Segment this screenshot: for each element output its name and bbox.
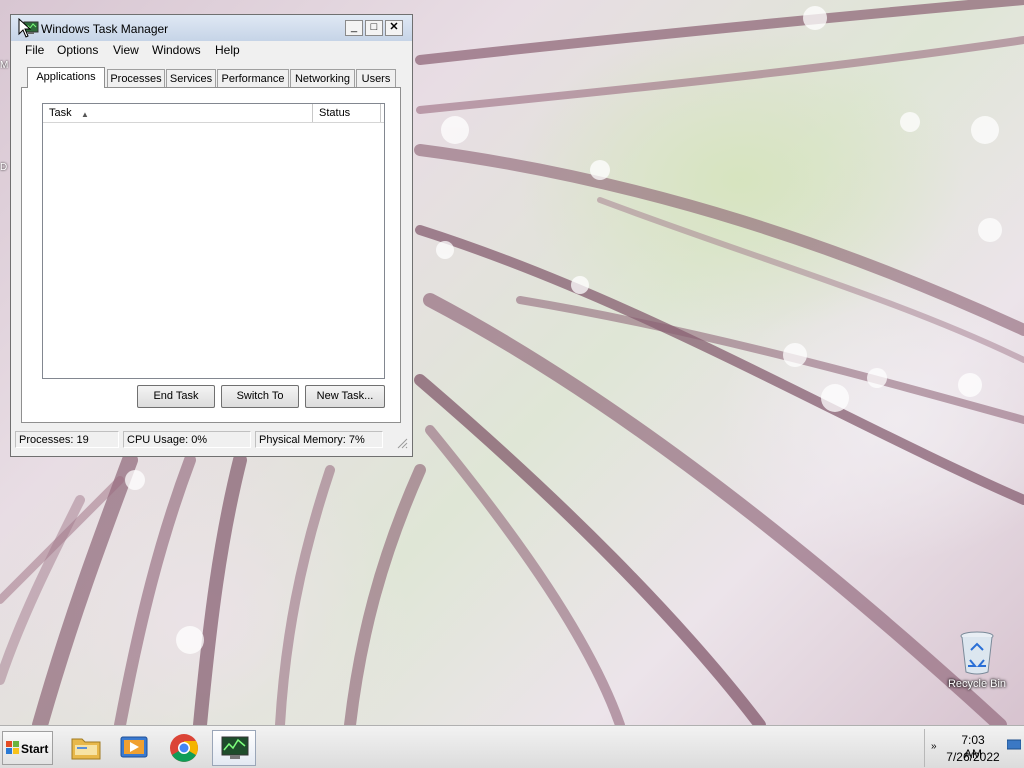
start-button[interactable]: Start	[2, 731, 53, 765]
tab-users[interactable]: Users	[356, 69, 396, 87]
end-task-button[interactable]: End Task	[137, 385, 215, 408]
taskbar-media-player-button[interactable]	[112, 730, 156, 766]
column-header-task[interactable]: Task ▲	[43, 104, 313, 122]
recycle-bin-icon	[960, 631, 994, 675]
tab-networking[interactable]: Networking	[290, 69, 355, 87]
status-cpu-usage: CPU Usage: 0%	[123, 431, 251, 448]
taskbar-task-manager-button[interactable]	[212, 730, 256, 766]
folder-icon	[71, 738, 101, 760]
close-button[interactable]: ✕	[385, 20, 403, 36]
task-manager-window[interactable]: Windows Task Manager _ □ ✕ File Options …	[10, 14, 413, 457]
show-desktop-icon[interactable]	[1007, 739, 1021, 751]
taskbar-chrome-button[interactable]	[162, 730, 206, 766]
start-label: Start	[21, 742, 49, 756]
menu-help[interactable]: Help	[215, 43, 240, 57]
tab-services[interactable]: Services	[166, 69, 216, 87]
menu-options[interactable]: Options	[57, 43, 98, 57]
column-header-task-label: Task	[49, 107, 72, 119]
tab-processes[interactable]: Processes	[107, 69, 165, 87]
taskbar: Start » 7:03 AM 7/26/2022	[0, 725, 1024, 768]
switch-to-button[interactable]: Switch To	[221, 385, 299, 408]
sort-ascending-icon: ▲	[81, 110, 89, 119]
task-list-header: Task ▲ Status	[43, 104, 384, 123]
menu-view[interactable]: View	[113, 43, 139, 57]
menu-windows[interactable]: Windows	[152, 43, 201, 57]
column-header-status[interactable]: Status	[313, 104, 381, 122]
title-bar[interactable]: Windows Task Manager _ □ ✕	[11, 15, 412, 41]
show-hidden-icons-button[interactable]: »	[931, 741, 937, 752]
tab-applications[interactable]: Applications	[27, 67, 105, 88]
window-title: Windows Task Manager	[41, 22, 169, 36]
status-processes: Processes: 19	[15, 431, 119, 448]
notification-area: » 7:03 AM 7/26/2022	[924, 729, 1024, 767]
windows-logo-icon	[6, 741, 19, 754]
chrome-icon	[170, 734, 198, 762]
tab-performance[interactable]: Performance	[217, 69, 289, 87]
recycle-bin-desktop-icon[interactable]: Recycle Bin	[940, 630, 1014, 690]
task-manager-icon	[221, 736, 249, 759]
tab-strip: Applications Processes Services Performa…	[23, 67, 400, 89]
mouse-pointer-icon	[18, 18, 32, 38]
maximize-button[interactable]: □	[365, 20, 383, 36]
applications-panel: Task ▲ Status End Task Switch To New Tas…	[21, 87, 401, 423]
clock-date: 7/26/2022	[946, 750, 1000, 764]
status-bar: Processes: 19 CPU Usage: 0% Physical Mem…	[15, 429, 408, 451]
resize-grip-icon[interactable]	[396, 437, 408, 449]
media-player-icon	[120, 736, 148, 758]
task-list[interactable]: Task ▲ Status	[42, 103, 385, 379]
menu-file[interactable]: File	[25, 43, 44, 57]
minimize-button[interactable]: _	[345, 20, 363, 36]
new-task-button[interactable]: New Task...	[305, 385, 385, 408]
menu-bar: File Options View Windows Help	[15, 41, 408, 61]
recycle-bin-label: Recycle Bin	[947, 678, 1007, 690]
taskbar-explorer-button[interactable]	[64, 730, 108, 766]
status-physical-memory: Physical Memory: 7%	[255, 431, 383, 448]
